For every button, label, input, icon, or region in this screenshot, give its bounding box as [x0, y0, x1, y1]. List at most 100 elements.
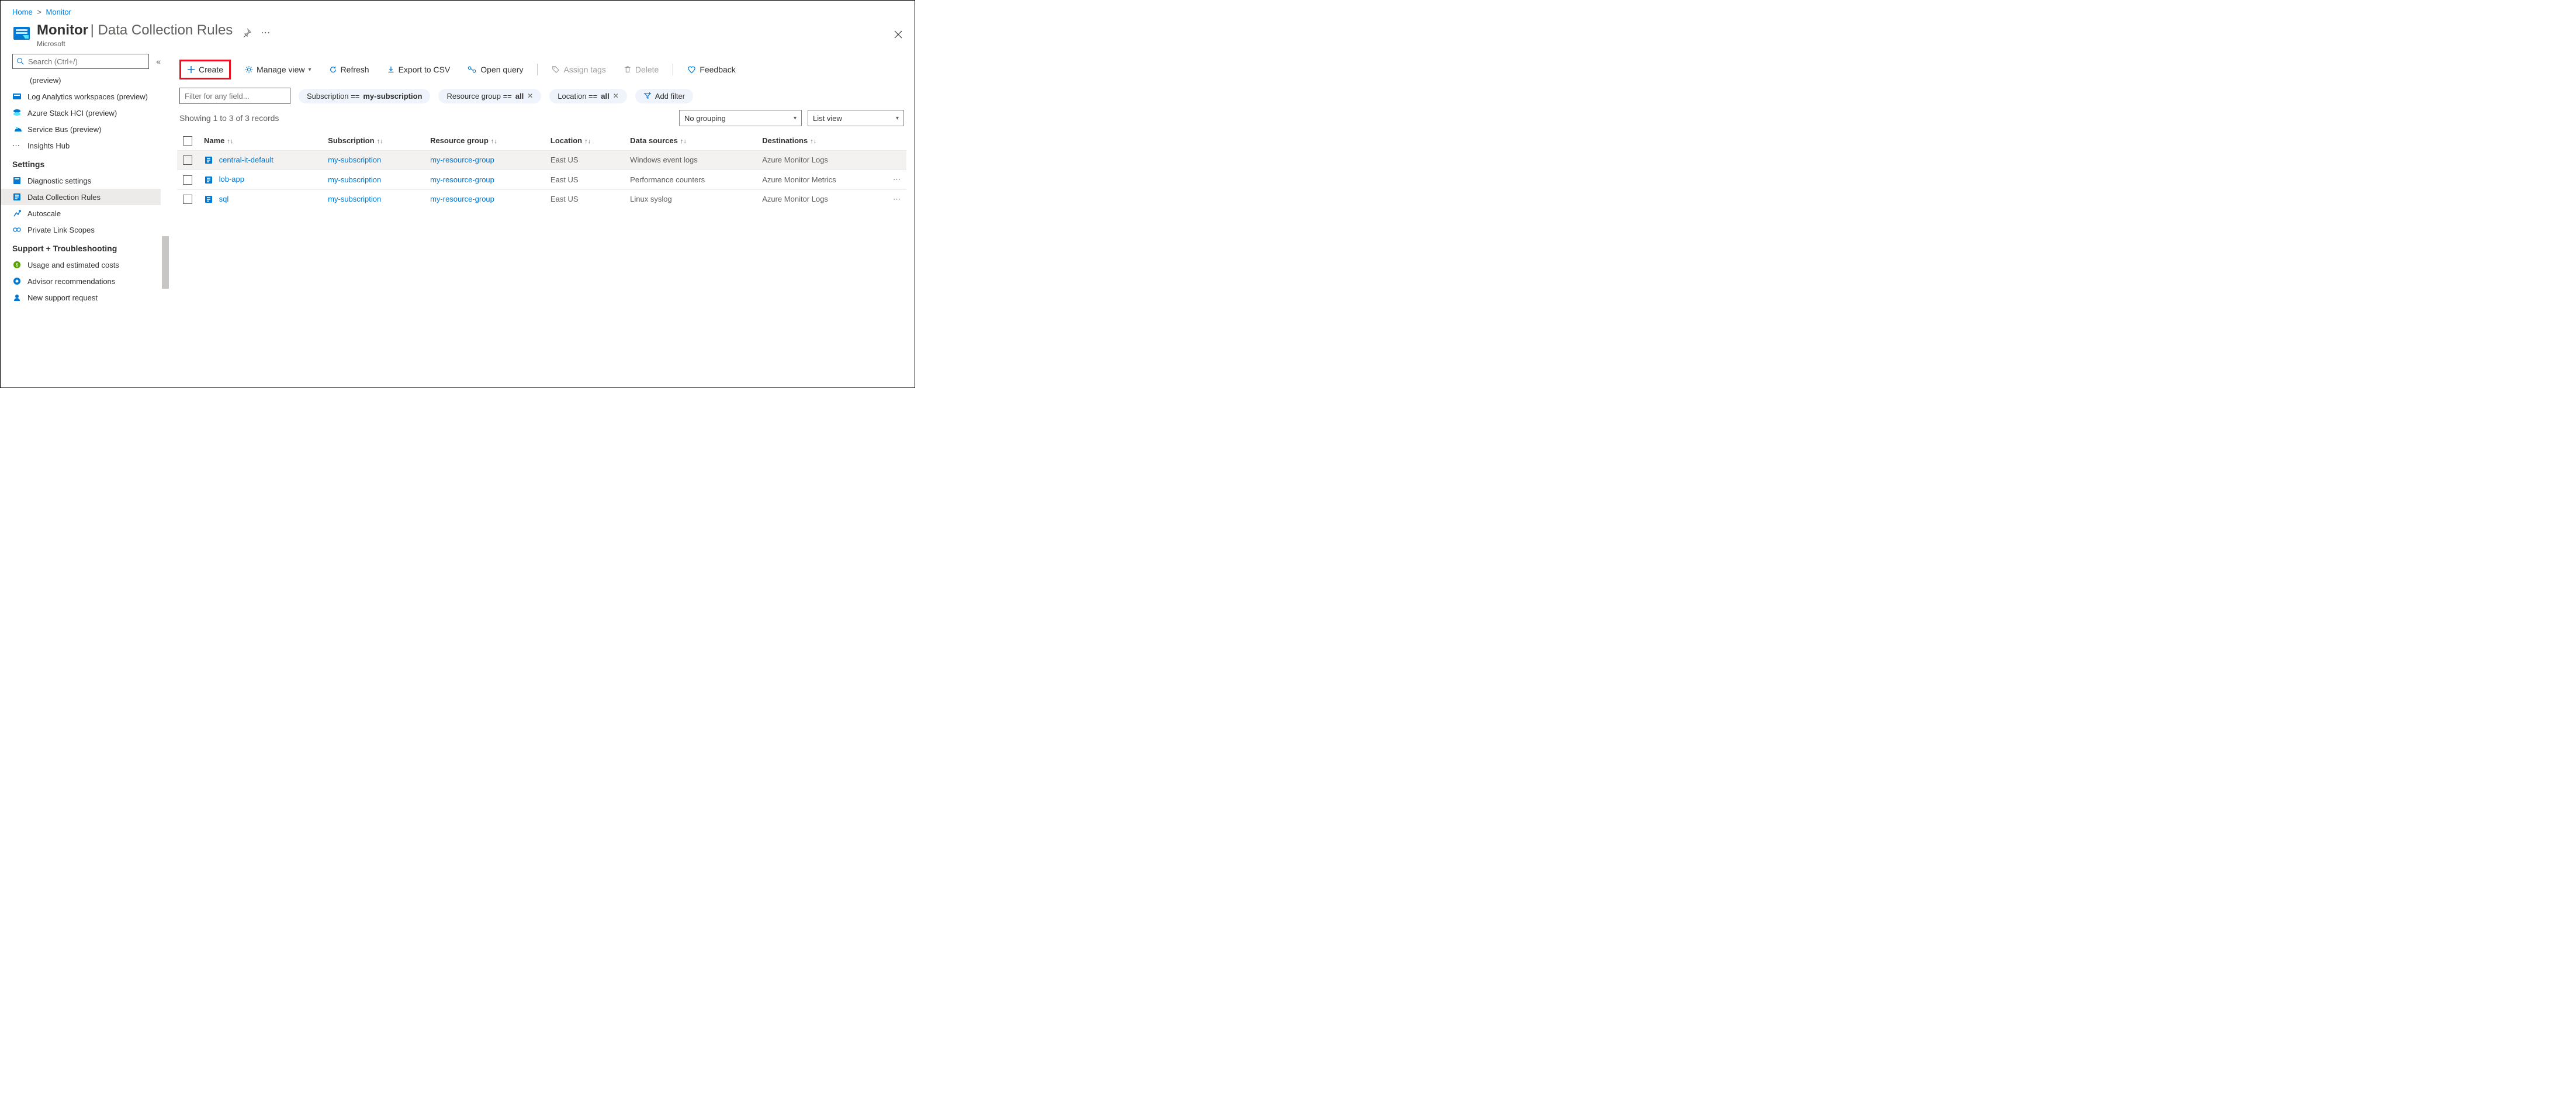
rule-name-link[interactable]: lob-app	[219, 175, 244, 184]
add-filter-button[interactable]: Add filter	[635, 89, 693, 103]
row-checkbox[interactable]	[183, 175, 192, 185]
grouping-value: No grouping	[684, 114, 726, 123]
autoscale-icon	[12, 209, 22, 218]
col-name[interactable]: Name↑↓	[198, 131, 322, 150]
sidebar-item-label: Log Analytics workspaces (preview)	[27, 92, 148, 101]
close-icon	[894, 30, 903, 39]
service-bus-icon	[12, 124, 22, 134]
table-row[interactable]: lob-app my-subscription my-resource-grou…	[177, 170, 906, 190]
col-destinations[interactable]: Destinations↑↓	[756, 131, 887, 150]
table-row[interactable]: sql my-subscription my-resource-group Ea…	[177, 189, 906, 209]
row-checkbox[interactable]	[183, 155, 192, 165]
refresh-button[interactable]: Refresh	[326, 63, 373, 77]
open-query-button[interactable]: Open query	[464, 63, 527, 77]
tag-icon	[552, 65, 560, 74]
sidebar-item-diagnostic-settings[interactable]: Diagnostic settings	[1, 172, 161, 189]
sidebar-menu[interactable]: (preview) Log Analytics workspaces (prev…	[1, 72, 169, 387]
subscription-link[interactable]: my-subscription	[328, 195, 381, 203]
destinations-cell: Azure Monitor Logs	[756, 150, 887, 170]
row-more-button[interactable]: ⋯	[893, 175, 901, 184]
sidebar-item-label: Advisor recommendations	[27, 277, 115, 286]
sidebar-item-log-analytics[interactable]: Log Analytics workspaces (preview)	[1, 88, 161, 105]
view-value: List view	[813, 114, 842, 123]
sidebar-item-usage-costs[interactable]: $ Usage and estimated costs	[1, 257, 161, 273]
clear-filter-icon[interactable]: ✕	[613, 92, 619, 100]
assign-tags-button: Assign tags	[548, 63, 609, 77]
sort-icon: ↑↓	[227, 138, 233, 145]
collapse-sidebar-button[interactable]: «	[154, 54, 163, 68]
sidebar-item-label: Autoscale	[27, 209, 61, 218]
sidebar-item-insights-hub[interactable]: ⋯ Insights Hub	[1, 137, 161, 154]
close-button[interactable]	[894, 30, 903, 39]
create-label: Create	[199, 65, 223, 74]
sidebar-item-autoscale[interactable]: Autoscale	[1, 205, 161, 222]
sidebar-item-label: Service Bus (preview)	[27, 125, 101, 134]
advisor-icon	[12, 276, 22, 286]
sidebar-item-preview[interactable]: (preview)	[1, 72, 161, 88]
row-more-button[interactable]: ⋯	[893, 195, 901, 203]
cost-icon: $	[12, 260, 22, 269]
filter-field-input[interactable]	[179, 88, 290, 104]
resource-group-link[interactable]: my-resource-group	[430, 175, 494, 184]
pin-button[interactable]	[242, 28, 251, 37]
support-icon	[12, 293, 22, 302]
query-icon	[468, 65, 477, 74]
row-checkbox[interactable]	[183, 195, 192, 204]
col-subscription[interactable]: Subscription↑↓	[322, 131, 424, 150]
filter-resource-group-pill[interactable]: Resource group == all ✕	[438, 89, 541, 103]
heart-icon	[687, 65, 696, 74]
table-row[interactable]: central-it-default my-subscription my-re…	[177, 150, 906, 170]
dcr-icon	[12, 192, 22, 202]
col-data-sources[interactable]: Data sources↑↓	[624, 131, 756, 150]
sort-icon: ↑↓	[680, 138, 687, 145]
filter-location-pill[interactable]: Location == all ✕	[549, 89, 626, 103]
clear-filter-icon[interactable]: ✕	[527, 92, 533, 100]
sidebar-item-label: Azure Stack HCI (preview)	[27, 109, 117, 117]
refresh-label: Refresh	[341, 65, 369, 74]
select-all-checkbox[interactable]	[183, 136, 192, 146]
sidebar-item-label: Data Collection Rules	[27, 193, 101, 202]
resource-group-link[interactable]: my-resource-group	[430, 155, 494, 164]
create-button[interactable]: Create	[183, 63, 227, 77]
feedback-label: Feedback	[700, 65, 735, 74]
add-filter-icon	[643, 92, 652, 100]
rule-icon	[204, 155, 213, 165]
filter-subscription-pill[interactable]: Subscription == my-subscription	[299, 89, 430, 103]
sidebar-item-advisor[interactable]: Advisor recommendations	[1, 273, 161, 289]
sidebar-item-data-collection-rules[interactable]: Data Collection Rules	[1, 189, 161, 205]
col-resource-group[interactable]: Resource group↑↓	[424, 131, 545, 150]
rule-name-link[interactable]: sql	[219, 195, 229, 203]
data-sources-cell: Linux syslog	[624, 189, 756, 209]
breadcrumb-home[interactable]: Home	[12, 8, 33, 16]
sidebar-scrollbar[interactable]	[162, 236, 169, 289]
search-icon	[16, 57, 25, 65]
sidebar-item-service-bus[interactable]: Service Bus (preview)	[1, 121, 161, 137]
subscription-link[interactable]: my-subscription	[328, 175, 381, 184]
filter-location-value: all	[601, 92, 609, 101]
plus-icon	[187, 65, 195, 74]
location-cell: East US	[545, 170, 624, 190]
ellipsis-icon: ⋯	[12, 141, 22, 150]
filter-subscription-value: my-subscription	[363, 92, 422, 101]
col-location[interactable]: Location↑↓	[545, 131, 624, 150]
export-csv-button[interactable]: Export to CSV	[383, 63, 454, 77]
sidebar-search[interactable]	[12, 54, 149, 69]
rule-name-link[interactable]: central-it-default	[219, 155, 273, 164]
feedback-button[interactable]: Feedback	[684, 63, 739, 77]
header-more-button[interactable]: ⋯	[261, 27, 270, 39]
grouping-dropdown[interactable]: No grouping ▾	[679, 110, 802, 126]
sort-icon: ↑↓	[377, 138, 383, 145]
chevron-down-icon: ▾	[309, 67, 311, 73]
subscription-link[interactable]: my-subscription	[328, 155, 381, 164]
sidebar-item-label: (preview)	[30, 76, 61, 85]
workspace-icon	[12, 92, 22, 101]
sidebar-item-new-support-request[interactable]: New support request	[1, 289, 161, 306]
diagnostic-icon	[12, 176, 22, 185]
manage-view-button[interactable]: Manage view ▾	[241, 63, 315, 77]
breadcrumb-monitor[interactable]: Monitor	[46, 8, 71, 16]
sidebar-search-input[interactable]	[28, 57, 145, 66]
resource-group-link[interactable]: my-resource-group	[430, 195, 494, 203]
sidebar-item-azure-stack-hci[interactable]: Azure Stack HCI (preview)	[1, 105, 161, 121]
view-dropdown[interactable]: List view ▾	[808, 110, 904, 126]
sidebar-item-private-link-scopes[interactable]: Private Link Scopes	[1, 222, 161, 238]
